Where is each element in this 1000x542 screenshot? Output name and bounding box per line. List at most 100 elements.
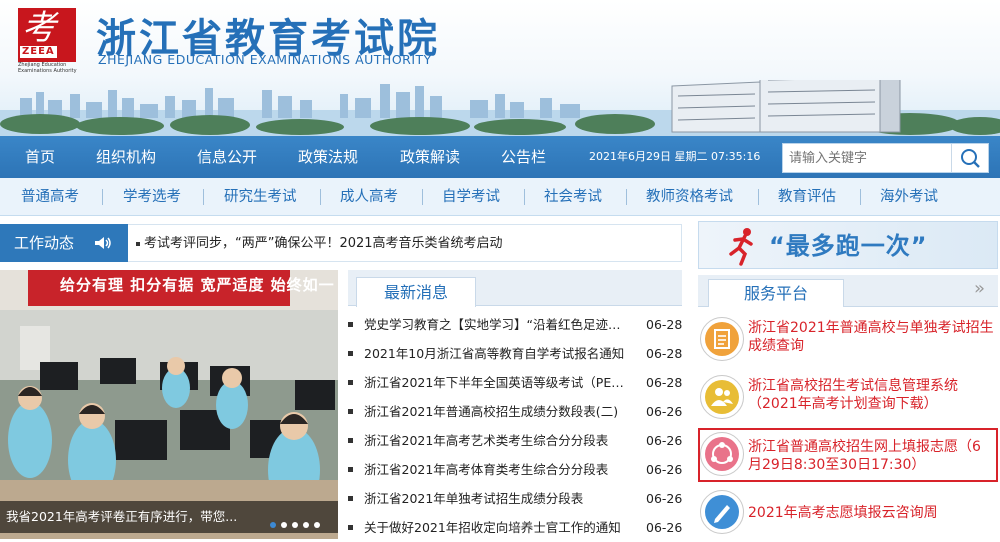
zeea-logo[interactable]: 考 ZEEA [18,8,76,62]
service-cloud-consulting[interactable]: 2021年高考志愿填报云咨询周 [698,486,998,540]
news-title[interactable]: 2021年10月浙江省高等教育自学考试报名通知 [364,339,626,368]
logo-character: 考 [22,8,56,48]
document-icon [700,317,744,361]
subnav-item-social[interactable]: 社会考试 [544,178,602,216]
banner-slogan: 给分有理 扣分有据 宽严适度 始终如一 [60,276,335,294]
subnav-item-evaluation[interactable]: 教育评估 [778,178,836,216]
list-item[interactable]: 浙江省2021年高考体育类考生综合分分段表 06-26 [348,455,682,484]
ticker-headline[interactable]: 考试考评同步，“两严”确保公平！2021高考音乐类省统考启动 [144,225,503,263]
nav-item-interpretation[interactable]: 政策解读 [400,136,460,178]
subnav-divider [626,189,627,205]
carousel-dot[interactable] [303,522,309,528]
bullet [348,351,353,356]
nav-item-information[interactable]: 信息公开 [197,136,257,178]
news-title[interactable]: 浙江省2021年高考艺术类考生综合分分段表 [364,426,626,455]
pencil-icon [700,490,744,534]
news-date: 06-26 [646,491,683,506]
news-title[interactable]: 浙江省2021年普通高校招生成绩分数段表(二) [364,397,626,426]
search-box [782,143,989,173]
category-nav: 普通高考 学考选考 研究生考试 成人高考 自学考试 社会考试 教师资格考试 教育… [0,178,1000,216]
subnav-item-graduate[interactable]: 研究生考试 [224,178,297,216]
promo-text: “最多跑一次” [769,232,928,260]
bullet [348,525,353,530]
logo-subtitle: Zhejiang Education Examinations Authorit… [18,62,77,74]
logo-abbreviation: ZEEA [20,46,57,58]
news-date: 06-26 [646,404,683,419]
news-date: 06-26 [646,433,683,448]
nav-item-home[interactable]: 首页 [25,136,55,178]
service-platform-header: 服务平台 » [698,275,998,307]
subnav-item-gaokao[interactable]: 普通高考 [21,178,79,216]
service-label[interactable]: 浙江省2021年普通高校与单独考试招生成绩查询 [748,319,994,355]
news-date: 06-26 [646,462,683,477]
current-datetime: 2021年6月29日 星期二 07:35:16 [589,150,761,163]
nav-item-organization[interactable]: 组织机构 [96,136,156,178]
more-chevron-icon[interactable]: » [974,278,985,299]
list-item[interactable]: 浙江省2021年下半年全国英语等级考试（PETS）报名 06-28 [348,368,682,397]
news-date: 06-28 [646,375,683,390]
subnav-item-overseas[interactable]: 海外考试 [880,178,938,216]
service-info-system[interactable]: 浙江省高校招生考试信息管理系统（2021年高考计划查询下载） [698,371,998,425]
photo-carousel[interactable]: 给分有理 扣分有据 宽严适度 始终如一 [0,270,338,539]
nav-item-regulations[interactable]: 政策法规 [298,136,358,178]
bullet [348,496,353,501]
news-date: 06-28 [646,317,683,332]
ticker-bullet [136,242,140,246]
header-banner: 考 ZEEA Zhejiang Education Examinations A… [0,0,1000,136]
speaker-icon [95,237,111,249]
carousel-dot[interactable] [292,522,298,528]
list-item[interactable]: 浙江省2021年普通高校招生成绩分数段表(二) 06-26 [348,397,682,426]
latest-news-tab[interactable]: 最新消息 [356,277,476,307]
search-icon [961,149,980,168]
carousel-dot[interactable] [281,522,287,528]
search-input[interactable] [783,144,948,172]
subnav-item-adult[interactable]: 成人高考 [340,178,398,216]
service-volunteer-filing[interactable]: 浙江省普通高校招生网上填报志愿（6月29日8:30至30日17:30） [698,428,998,482]
service-label[interactable]: 2021年高考志愿填报云咨询周 [748,504,994,522]
news-date: 06-28 [646,346,683,361]
bullet [348,467,353,472]
latest-news-header: 最新消息 [348,270,682,307]
subnav-divider [203,189,204,205]
subnav-divider [758,189,759,205]
list-item[interactable]: 浙江省2021年单独考试招生成绩分段表 06-26 [348,484,682,513]
news-title[interactable]: 浙江省2021年下半年全国英语等级考试（PETS）报名 [364,368,626,397]
news-title[interactable]: 浙江省2021年单独考试招生成绩分段表 [364,484,626,513]
bullet [348,380,353,385]
news-title[interactable]: 关于做好2021年招收定向培养士官工作的通知 [364,513,626,542]
list-item[interactable]: 浙江省2021年高考艺术类考生综合分分段表 06-26 [348,426,682,455]
news-title[interactable]: 浙江省2021年高考体育类考生综合分分段表 [364,455,626,484]
service-platform-tab[interactable]: 服务平台 [708,279,844,307]
subnav-item-xuekao[interactable]: 学考选考 [123,178,181,216]
subnav-item-teacher[interactable]: 教师资格考试 [646,178,733,216]
work-news-ticker: 考试考评同步，“两严”确保公平！2021高考音乐类省统考启动 [128,224,682,262]
subnav-divider [422,189,423,205]
news-date: 06-26 [646,520,683,535]
promo-banner[interactable]: “最多跑一次” [698,221,998,269]
service-label[interactable]: 浙江省普通高校招生网上填报志愿（6月29日8:30至30日17:30） [748,438,994,474]
grading-room-photo [0,270,338,539]
subnav-divider [860,189,861,205]
city-skyline-illustration [0,80,1000,136]
nav-item-bulletin[interactable]: 公告栏 [501,136,546,178]
bullet [348,322,353,327]
service-label[interactable]: 浙江省高校招生考试信息管理系统（2021年高考计划查询下载） [748,377,994,413]
bullet [348,438,353,443]
list-item[interactable]: 2021年10月浙江省高等教育自学考试报名通知 06-28 [348,339,682,368]
users-icon [700,375,744,419]
carousel-dot[interactable] [314,522,320,528]
subnav-item-self-study[interactable]: 自学考试 [442,178,500,216]
work-news-label: 工作动态 [0,224,128,262]
latest-news-list: 党史学习教育之【实地学习】“沿着红色足迹学党史” 06-28 2021年10月浙江… [348,310,682,542]
network-icon [700,432,744,476]
search-button[interactable] [951,144,988,172]
work-news-title: 工作动态 [14,234,75,252]
news-title[interactable]: 党史学习教育之【实地学习】“沿着红色足迹学党史” [364,310,626,339]
list-item[interactable]: 党史学习教育之【实地学习】“沿着红色足迹学党史” 06-28 [348,310,682,339]
list-item[interactable]: 关于做好2021年招收定向培养士官工作的通知 06-26 [348,513,682,542]
carousel-dots [270,513,325,532]
subnav-divider [524,189,525,205]
carousel-dot[interactable] [270,522,276,528]
site-title-english: ZHEJIANG EDUCATION EXAMINATIONS AUTHORIT… [98,52,432,67]
service-score-query[interactable]: 浙江省2021年普通高校与单独考试招生成绩查询 [698,313,998,367]
